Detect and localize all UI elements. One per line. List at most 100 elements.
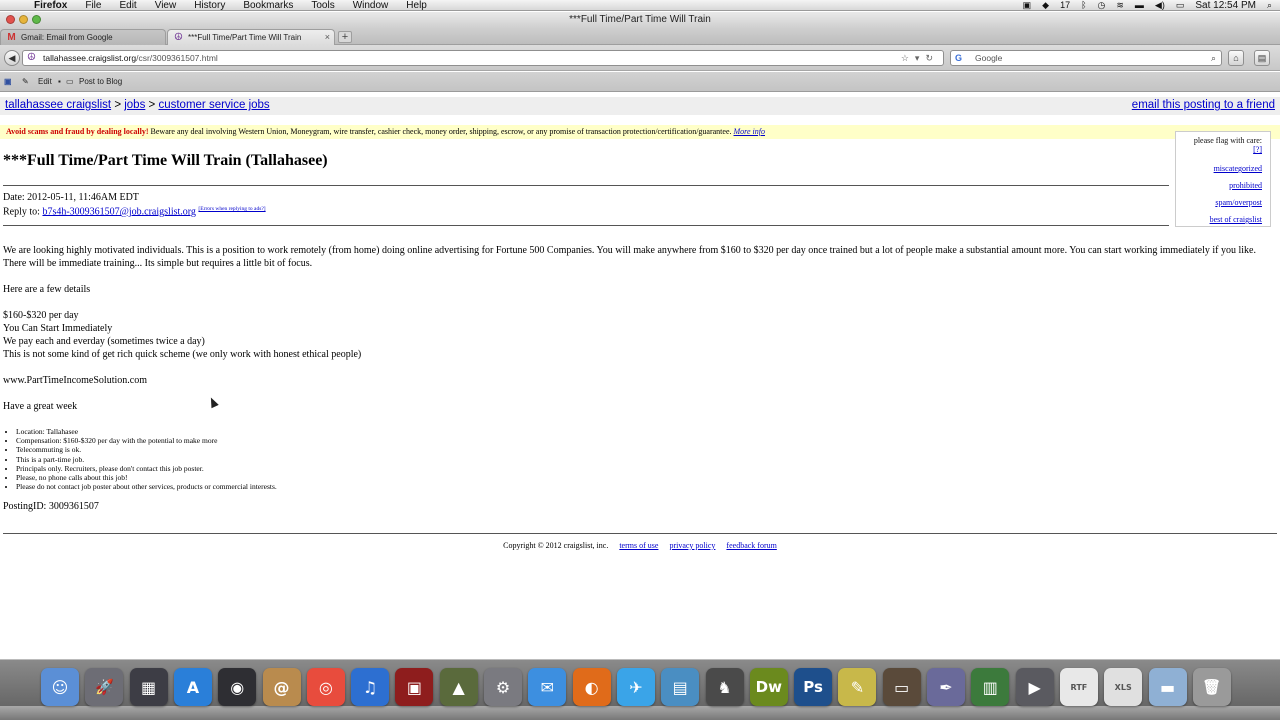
menu-history[interactable]: History <box>194 0 225 11</box>
dropdown-arrow-icon[interactable]: ▾ <box>915 53 926 63</box>
folder-icon[interactable]: ▬ <box>1148 668 1187 706</box>
blog-extension-icon[interactable]: ▣ <box>4 72 12 92</box>
scam-warning: Avoid scams and fraud by dealing locally… <box>0 125 1280 139</box>
menu-view[interactable]: View <box>155 0 177 11</box>
photo-booth-icon[interactable]: ▣ <box>395 668 434 706</box>
google-search-engine-icon[interactable]: G <box>955 51 962 65</box>
breadcrumb-customer-service-link[interactable]: customer service jobs <box>158 99 269 111</box>
script-editor-icon[interactable]: ✒ <box>927 668 965 706</box>
reload-icon[interactable]: ↻ <box>925 53 939 63</box>
flag-prohibited-link[interactable]: prohibited <box>1229 181 1262 190</box>
breadcrumb-jobs-link[interactable]: jobs <box>124 99 145 111</box>
clock-icon[interactable]: ◷ <box>1098 0 1106 11</box>
flag-spam-link[interactable]: spam/overpost <box>1215 198 1262 207</box>
address-book-icon[interactable]: @ <box>262 668 301 706</box>
close-tab-icon[interactable]: × <box>325 30 330 45</box>
bookmark-post-to-blog[interactable]: Post to Blog <box>79 72 122 92</box>
menu-edit[interactable]: Edit <box>119 0 136 11</box>
pencil-app-icon[interactable]: ✎ <box>838 668 877 706</box>
closing-text: Have a great week <box>3 401 78 412</box>
site-identity-icon[interactable]: ☮ <box>27 52 36 64</box>
breadcrumb: tallahassee craigslist > jobs > customer… <box>0 97 1280 115</box>
search-icon[interactable]: ⌕ <box>1211 51 1216 65</box>
email-posting-link[interactable]: email this posting to a friend <box>1132 97 1275 114</box>
dropbox-icon[interactable]: ▣ <box>1023 0 1032 11</box>
facetime-icon[interactable]: ◉ <box>218 668 257 706</box>
tab-craigslist[interactable]: ☮ ***Full Time/Part Time Will Train × <box>167 29 335 45</box>
menu-button[interactable]: ▤ <box>1254 50 1270 66</box>
attribute-item: Location: Tallahasee <box>16 427 277 436</box>
bluetooth-icon[interactable]: ᛒ <box>1081 0 1086 11</box>
zoom-window-button[interactable] <box>32 15 41 24</box>
menu-bookmarks[interactable]: Bookmarks <box>243 0 293 11</box>
macos-dock: ☺ 🚀 ▦ A ◉ @ ◎ ♫ ▣ ▲ ⚙ ✉ ◐ ✈ ▤ ♞ Dw Ps ✎ ▭ ✒ ▥ ▶ RTF XLS ▬ 🗑 <box>0 659 1280 720</box>
system-preferences-icon[interactable]: ⚙ <box>484 668 522 706</box>
edit-pencil-icon[interactable]: ✎ <box>22 72 29 92</box>
terms-link[interactable]: terms of use <box>619 541 658 550</box>
close-window-button[interactable] <box>6 15 15 24</box>
flag-best-of-link[interactable]: best of craigslist <box>1210 215 1262 224</box>
new-tab-button[interactable]: + <box>338 31 352 43</box>
volume-icon[interactable]: ◀) <box>1155 0 1165 11</box>
video-icon[interactable]: ▶ <box>1015 668 1054 706</box>
status-count[interactable]: 17 <box>1060 0 1070 11</box>
menu-file[interactable]: File <box>85 0 101 11</box>
game-icon[interactable]: ♞ <box>705 668 744 706</box>
menu-help[interactable]: Help <box>406 0 427 11</box>
mail-stamp-icon[interactable]: ✉ <box>528 668 567 706</box>
app-store-icon[interactable]: A <box>173 668 212 706</box>
flag-help-link[interactable]: [?] <box>1253 145 1262 154</box>
separator-dot-icon: ▪ <box>58 77 61 86</box>
body-paragraph: We are looking highly motivated individu… <box>3 245 1256 269</box>
spotlight-icon[interactable]: ⌕ <box>1267 0 1272 11</box>
trash-icon[interactable]: 🗑 <box>1192 668 1231 706</box>
flag-miscategorized-link[interactable]: miscategorized <box>1214 164 1262 173</box>
menu-window[interactable]: Window <box>353 0 389 11</box>
warning-bold: Avoid scams and fraud by dealing locally… <box>6 127 149 136</box>
twitter-icon[interactable]: ✈ <box>616 668 655 706</box>
photoshop-icon[interactable]: Ps <box>794 668 833 706</box>
bookmark-star-icon[interactable]: ☆ <box>901 53 915 63</box>
bookmark-edit[interactable]: Edit <box>38 72 52 92</box>
search-input[interactable]: G Google ⌕ <box>950 50 1222 66</box>
rtf-document-icon[interactable]: RTF <box>1059 668 1098 706</box>
menubar-clock[interactable]: Sat 12:54 PM <box>1195 0 1256 11</box>
home-button[interactable]: ⌂ <box>1228 50 1244 66</box>
finder-icon[interactable]: ☺ <box>41 668 79 706</box>
menu-app[interactable]: Firefox <box>34 0 67 11</box>
tab-bar: M Gmail: Email from Google ☮ ***Full Tim… <box>0 28 1280 45</box>
xls-document-icon[interactable]: XLS <box>1104 668 1143 706</box>
chrome-icon[interactable]: ◎ <box>306 668 345 706</box>
launchpad-icon[interactable]: 🚀 <box>85 668 124 706</box>
bookmarks-toolbar: ▣ ✎ Edit ▪ ▭ Post to Blog <box>0 72 1280 92</box>
detail-line: This is not some kind of get rich quick … <box>3 349 362 360</box>
battery-icon[interactable]: ▭ <box>1176 0 1185 11</box>
flag-icon[interactable]: ▬ <box>1135 0 1144 11</box>
firefox-icon[interactable]: ◐ <box>572 668 611 706</box>
dreamweaver-icon[interactable]: Dw <box>749 668 788 706</box>
breadcrumb-site-link[interactable]: tallahassee craigslist <box>5 99 111 111</box>
divider <box>3 185 1169 186</box>
iphoto-icon[interactable]: ▲ <box>439 668 478 706</box>
reply-email-link[interactable]: b7s4h-3009361507@job.craigslist.org <box>42 206 195 217</box>
url-bar[interactable]: ☮ tallahassee.craigslist.org/csr/3009361… <box>22 50 944 66</box>
tab-gmail[interactable]: M Gmail: Email from Google <box>0 29 166 45</box>
numbers-icon[interactable]: ▥ <box>971 668 1010 706</box>
url-host: tallahassee.craigslist.org <box>43 53 137 63</box>
website-text: www.PartTimeIncomeSolution.com <box>3 375 147 386</box>
more-info-link[interactable]: More info <box>734 127 765 136</box>
preview-icon[interactable]: ▤ <box>661 668 700 706</box>
menu-tools[interactable]: Tools <box>311 0 334 11</box>
reply-line: Reply to: b7s4h-3009361507@job.craigslis… <box>3 206 266 217</box>
back-button[interactable]: ◀ <box>4 50 20 66</box>
feedback-link[interactable]: feedback forum <box>726 541 776 550</box>
reply-errors-link[interactable]: [Errors when replying to ads?] <box>198 206 265 212</box>
page-footer: Copyright © 2012 craigslist, inc. terms … <box>0 541 1280 550</box>
itunes-icon[interactable]: ♫ <box>351 668 390 706</box>
privacy-link[interactable]: privacy policy <box>669 541 715 550</box>
mission-control-icon[interactable]: ▦ <box>129 668 168 706</box>
wifi-icon[interactable]: ≋ <box>1116 0 1124 11</box>
adobe-icon[interactable]: ◆ <box>1042 0 1049 11</box>
keynote-icon[interactable]: ▭ <box>882 668 921 706</box>
minimize-window-button[interactable] <box>19 15 28 24</box>
